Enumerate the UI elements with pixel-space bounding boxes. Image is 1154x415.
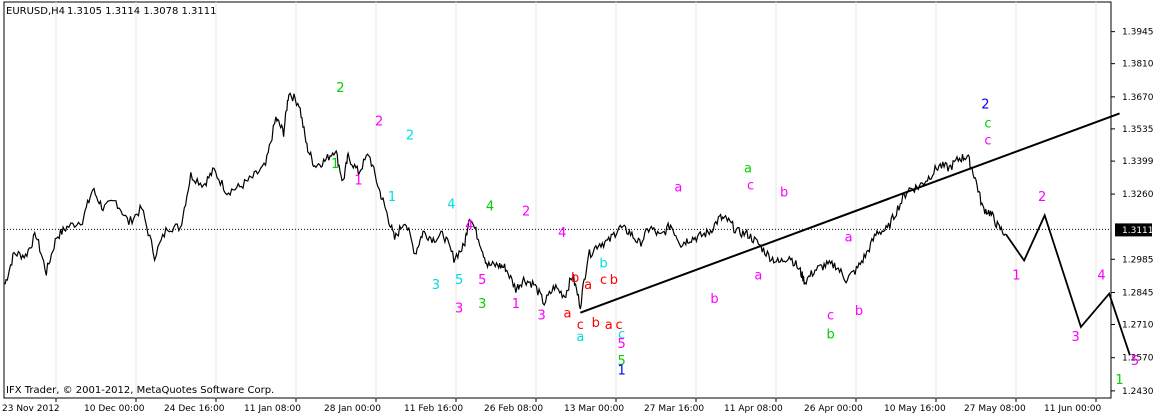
y-tick-label: 1.3399 (1122, 157, 1154, 167)
x-tick-label: 24 Dec 16:00 (164, 404, 225, 414)
wave-label: b (855, 304, 863, 319)
wave-label: a (754, 268, 762, 283)
wave-label: a (576, 330, 584, 345)
wave-label: a (674, 181, 682, 196)
wave-label: 4 (465, 219, 473, 234)
wave-label: 2 (336, 81, 344, 96)
y-tick-label: 1.2430 (1122, 387, 1154, 397)
symbol-label: EURUSD,H4 (6, 6, 65, 17)
x-tick-label: 27 May 08:00 (964, 404, 1026, 414)
x-tick-label: 26 Apr 00:00 (804, 404, 863, 414)
x-tick-label: 11 Jun 00:00 (1044, 404, 1101, 414)
wave-label: 1 (617, 363, 625, 378)
wave-label: 3 (1072, 330, 1080, 345)
wave-label: a (845, 230, 853, 245)
wave-label: 1 (388, 190, 396, 205)
wave-label: 2 (375, 114, 383, 129)
x-tick-label: 10 Dec 00:00 (84, 404, 145, 414)
wave-label: a (584, 278, 592, 293)
wave-label: a (744, 162, 752, 177)
y-tick-label: 1.3260 (1122, 190, 1154, 200)
x-tick-label: 11 Jan 08:00 (244, 404, 301, 414)
wave-label: 2 (522, 204, 530, 219)
wave-label: 2 (406, 129, 414, 144)
wave-label: 5 (478, 273, 486, 288)
wave-label: b (710, 292, 718, 307)
wave-label: c (984, 133, 991, 148)
x-tick-label: 27 Mar 16:00 (644, 404, 704, 414)
y-tick-label: 1.3810 (1122, 60, 1154, 70)
x-tick-label: 28 Jan 00:00 (324, 404, 381, 414)
wave-label: c (747, 178, 754, 193)
chart-background (0, 0, 1154, 415)
wave-label: 1 (331, 157, 339, 172)
wave-label: 5 (617, 337, 625, 352)
x-tick-label: 10 May 16:00 (884, 404, 946, 414)
wave-label: 4 (558, 226, 566, 241)
wave-label: b (599, 257, 607, 272)
x-tick-label: 26 Feb 08:00 (484, 404, 543, 414)
wave-label: 2 (981, 98, 989, 113)
wave-label: 2 (1038, 190, 1046, 205)
wave-label: 3 (478, 297, 486, 312)
wave-label: 3 (432, 278, 440, 293)
current-price-label: 1.3111 (1122, 226, 1154, 236)
wave-label: c (984, 117, 991, 132)
x-tick-label: 11 Feb 16:00 (404, 404, 463, 414)
price-chart: 1.3945 1.3810 1.3670 1.3535 1.3399 1.3260 1.29… (0, 0, 1154, 415)
wave-label: 1 (354, 174, 362, 189)
y-tick-label: 1.2985 (1122, 255, 1154, 265)
wave-label: a (605, 318, 613, 333)
x-tick-label: 13 Mar 00:00 (564, 404, 624, 414)
wave-label: 4 (447, 197, 455, 212)
wave-label: c (600, 273, 607, 288)
y-tick-label: 1.3945 (1122, 28, 1154, 38)
wave-label: 4 (486, 200, 494, 215)
wave-label: b (780, 185, 788, 200)
wave-label: b (610, 273, 618, 288)
wave-label: b (826, 328, 834, 343)
ohlc-label: 1.3105 1.3114 1.3078 1.3111 (67, 6, 217, 17)
wave-label: 3 (455, 302, 463, 317)
wave-label: 1 (1115, 373, 1123, 388)
copyright-label: IFX Trader, © 2001-2012, MetaQuotes Soft… (6, 385, 274, 396)
wave-label: 1 (512, 297, 520, 312)
wave-label: b (592, 316, 600, 331)
y-tick-label: 1.3535 (1122, 125, 1154, 135)
y-tick-label: 1.2710 (1122, 320, 1154, 330)
wave-label: 4 (1097, 268, 1105, 283)
wave-label: 5 (455, 273, 463, 288)
wave-label: 3 (537, 309, 545, 324)
y-tick-label: 1.2845 (1122, 288, 1154, 298)
wave-label: b (571, 271, 579, 286)
x-tick-label: 11 Apr 08:00 (724, 404, 783, 414)
wave-label: 5 (1131, 354, 1139, 369)
wave-label: 1 (1012, 268, 1020, 283)
wave-label: a (563, 306, 571, 321)
x-tick-label: 23 Nov 2012 (2, 404, 60, 414)
wave-label: c (827, 309, 834, 324)
y-tick-label: 1.3670 (1122, 93, 1154, 103)
